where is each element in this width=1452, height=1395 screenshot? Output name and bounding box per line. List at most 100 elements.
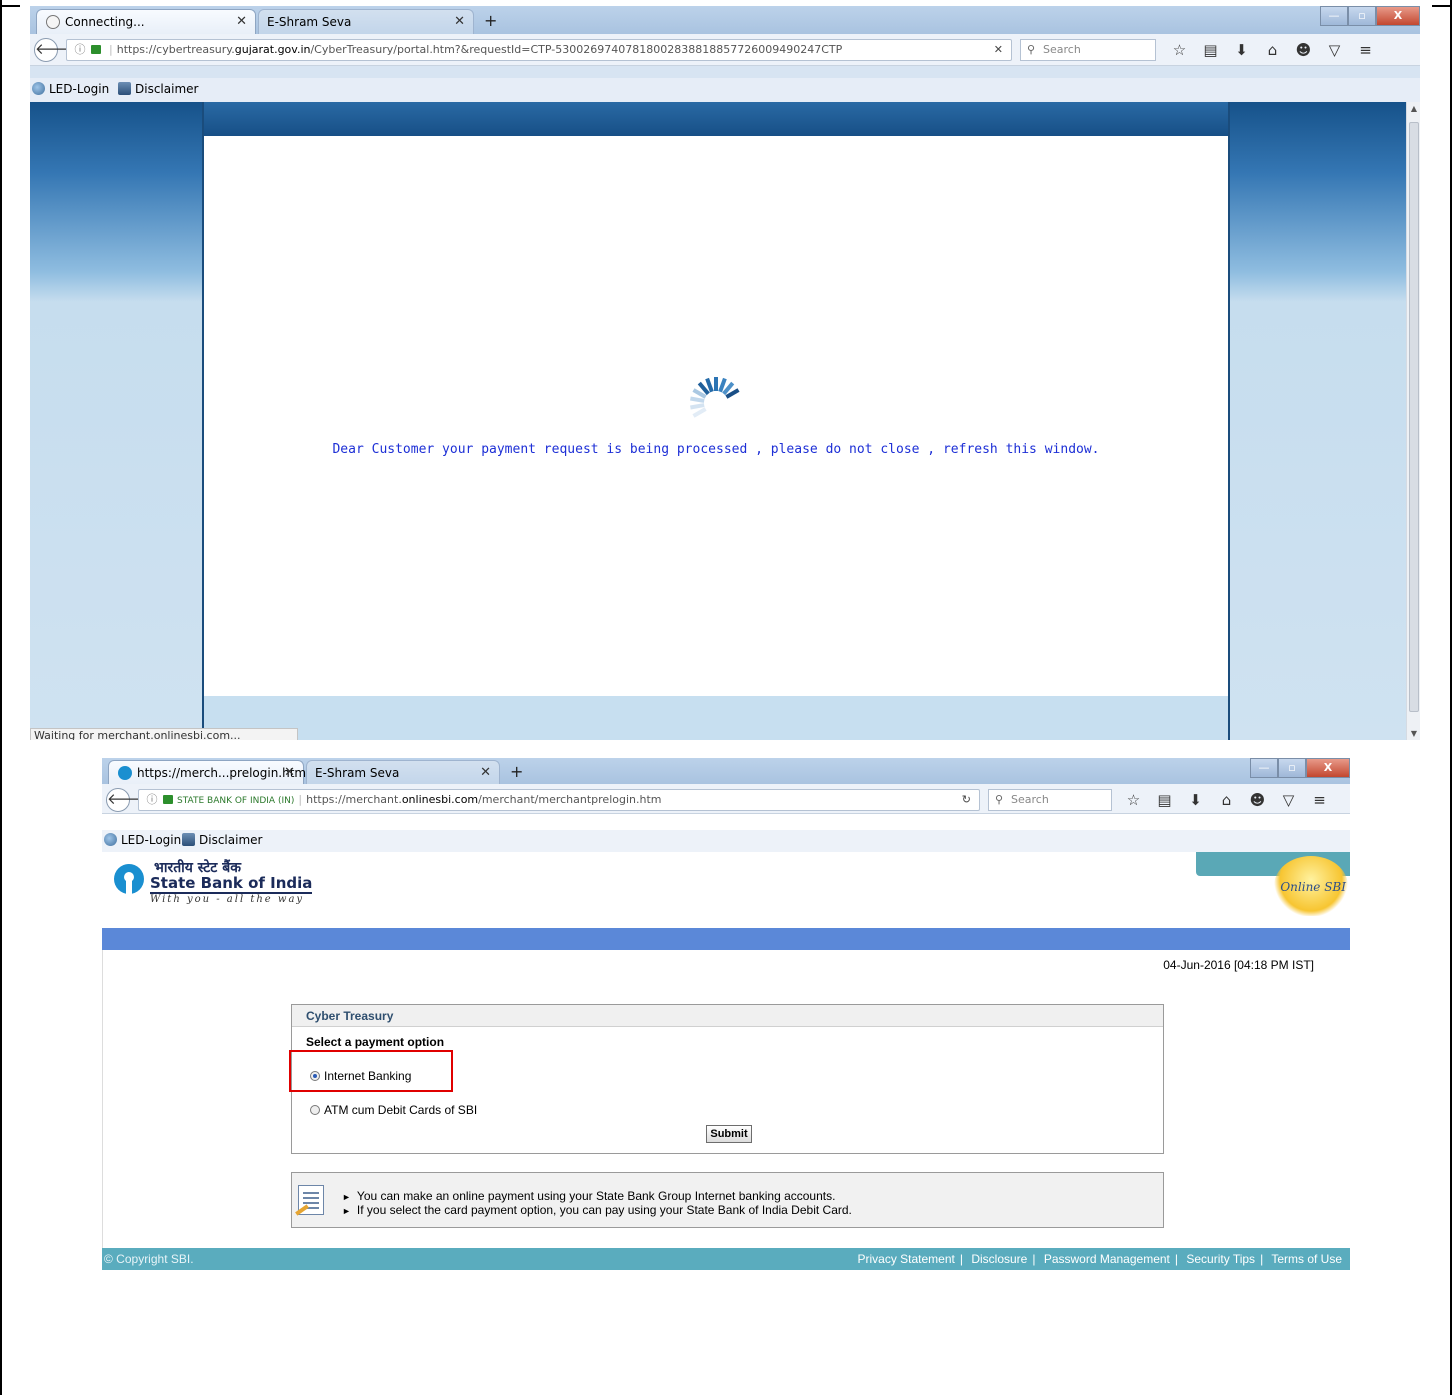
bookmark-led-login[interactable]: LED-Login [32,78,109,100]
download-icon[interactable]: ⬇ [1180,789,1211,811]
panel-header-bar [204,102,1228,136]
scroll-thumb[interactable] [1409,122,1419,712]
panel-subtitle: Select a payment option [306,1035,445,1049]
toolbar-icons: ☆ ▤ ⬇ ⌂ ☻ ▽ ≡ [1118,789,1335,811]
loading-spinner-icon [690,377,740,418]
close-tab-icon[interactable]: ✕ [454,10,465,34]
reading-list-icon[interactable]: ▤ [1149,789,1180,811]
url-prefix: https://cybertreasury. [116,43,235,56]
address-bar[interactable]: ⓘ | https://cybertreasury.gujarat.gov.in/C… [66,39,1012,61]
bank-tagline: With you - all the way [150,894,305,905]
new-tab-button[interactable]: + [484,9,497,33]
address-bar[interactable]: ⓘ STATE BANK OF INDIA (IN) | https://mercha… [138,789,980,811]
maximize-button[interactable]: ▫ [1348,6,1376,26]
chat-icon[interactable]: ☻ [1242,789,1273,811]
stop-icon[interactable]: ✕ [994,40,1003,60]
tab-eshram[interactable]: E-Shram Seva ✕ [258,9,474,34]
tab-connecting[interactable]: Connecting... ✕ [36,9,256,34]
close-window-button[interactable]: X [1376,6,1420,26]
close-tab-icon[interactable]: ✕ [284,761,295,785]
globe-icon [104,833,117,846]
search-icon: ⚲ [1027,43,1036,56]
footer-link-password[interactable]: Password Management [1044,1252,1170,1266]
tab-strip: Connecting... ✕ E-Shram Seva ✕ + — ▫ X [30,6,1420,34]
note-icon [298,1185,324,1215]
lock-icon [91,45,101,54]
footer-link-disclosure[interactable]: Disclosure [971,1252,1027,1266]
info-line: ► If you select the card payment option, … [342,1203,852,1217]
info-icon[interactable]: ⓘ [73,40,87,60]
left-gradient-panel [30,102,202,740]
identity-label: STATE BANK OF INDIA (IN) [177,796,295,806]
browser-window-sbi: https://merch...prelogin.htm ✕ E-Shram S… [102,758,1350,1278]
pocket-icon[interactable]: ▽ [1319,39,1350,61]
bookmark-led-login[interactable]: LED-Login [104,830,181,850]
option-internet-banking[interactable]: Internet Banking [310,1069,411,1083]
page-content: Dear Customer your payment request is be… [30,102,1406,740]
reading-list-icon[interactable]: ▤ [1195,39,1226,61]
search-input[interactable]: ⚲ Search [988,789,1112,811]
toolbar-icons: ☆ ▤ ⬇ ⌂ ☻ ▽ ≡ [1164,39,1381,61]
home-icon[interactable]: ⌂ [1257,39,1288,61]
minimize-button[interactable]: — [1250,758,1278,778]
back-button[interactable]: 🡐 [106,788,147,812]
payment-option-panel: Cyber Treasury Select a payment option I… [289,1004,1164,1154]
maximize-button[interactable]: ▫ [1278,758,1306,778]
radio-unselected-icon[interactable] [310,1105,320,1115]
bookmarks-bar: LED-Login Disclaimer [102,830,1350,852]
scroll-down-icon[interactable]: ▼ [1407,729,1420,738]
back-button[interactable]: 🡐 [34,38,75,62]
search-input[interactable]: ⚲ Search [1020,39,1156,61]
tab-label: E-Shram Seva [315,766,400,780]
tab-merchant-prelogin[interactable]: https://merch...prelogin.htm ✕ [108,760,307,785]
url-prefix: https://merchant. [306,793,402,806]
reload-icon[interactable]: ↻ [962,790,971,810]
doc-icon [182,833,195,846]
window-controls: — ▫ X [1320,6,1420,28]
bookmark-star-icon[interactable]: ☆ [1118,789,1149,811]
sbi-header: भारतीय स्टेट बैंक State Bank of India Wi… [102,852,1350,928]
vertical-scrollbar[interactable]: ▲ ▼ [1406,102,1420,740]
submit-button[interactable]: Submit [706,1125,752,1143]
sbi-footer: © Copyright SBI. Privacy Statement | Disc… [102,1248,1350,1270]
download-icon[interactable]: ⬇ [1226,39,1257,61]
doc-icon [118,82,131,95]
bookmark-disclaimer[interactable]: Disclaimer [118,78,198,100]
footer-link-privacy[interactable]: Privacy Statement [857,1252,954,1266]
close-tab-icon[interactable]: ✕ [480,761,491,785]
close-window-button[interactable]: X [1306,758,1350,778]
bookmark-star-icon[interactable]: ☆ [1164,39,1195,61]
tab-label: Connecting... [65,15,145,29]
footer-link-security[interactable]: Security Tips [1186,1252,1255,1266]
info-icon[interactable]: ⓘ [145,790,159,810]
new-tab-button[interactable]: + [510,760,523,784]
close-tab-icon[interactable]: ✕ [236,10,247,34]
chat-icon[interactable]: ☻ [1288,39,1319,61]
menu-icon[interactable]: ≡ [1350,39,1381,61]
window-controls: — ▫ X [1250,758,1350,780]
browser-window-cybertreasury: Connecting... ✕ E-Shram Seva ✕ + — ▫ X 🡐… [30,6,1420,740]
tab-eshram[interactable]: E-Shram Seva ✕ [306,760,500,785]
sbi-favicon [118,766,132,780]
footer-link-terms[interactable]: Terms of Use [1271,1252,1342,1266]
scroll-up-icon[interactable]: ▲ [1407,104,1420,113]
bookmark-disclaimer[interactable]: Disclaimer [182,830,262,850]
copyright-text: © Copyright SBI. [104,1252,194,1266]
pocket-icon[interactable]: ▽ [1273,789,1304,811]
processing-message: Dear Customer your payment request is be… [332,442,1100,457]
status-bar: Waiting for merchant.onlinesbi.com... [30,728,298,740]
bank-name: State Bank of India [150,874,313,894]
tab-label: E-Shram Seva [267,15,352,29]
radio-selected-icon[interactable] [310,1071,320,1081]
option-atm-debit-card[interactable]: ATM cum Debit Cards of SBI [310,1103,477,1117]
globe-icon [32,82,45,95]
url-host: onlinesbi.com [401,793,479,806]
nav-bar: 🡐 ⓘ STATE BANK OF INDIA (IN) | https://merc… [102,784,1350,814]
frame-corner [0,5,20,7]
minimize-button[interactable]: — [1320,6,1348,26]
url-suffix: /CyberTreasury/portal.htm?&requestId=CTP… [310,43,843,56]
menu-icon[interactable]: ≡ [1304,789,1335,811]
tab-label: https://merch...prelogin.htm [137,766,307,780]
online-sbi-logo-text: Online SBI [1280,880,1346,894]
home-icon[interactable]: ⌂ [1211,789,1242,811]
